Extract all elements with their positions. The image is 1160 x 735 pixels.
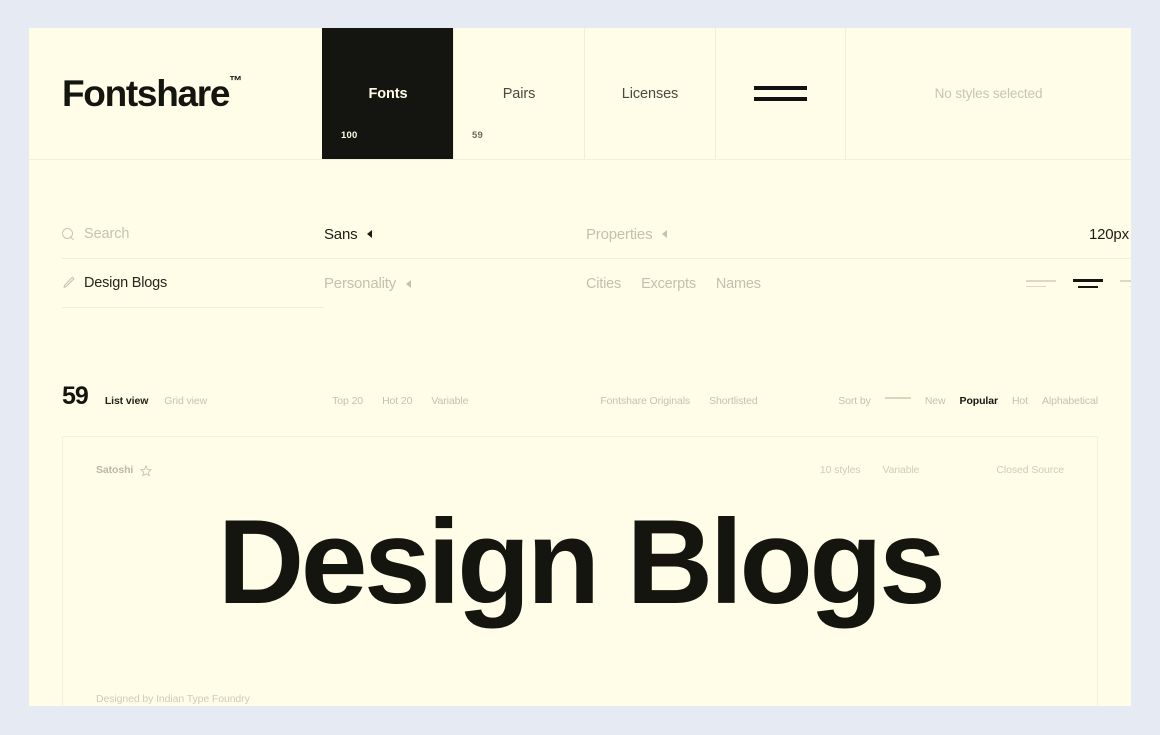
page-root: Fontshare™ Fonts 100 Pairs 59 Licenses N… [0,0,1160,735]
properties-dropdown[interactable]: Properties [586,210,846,259]
preset-excerpts[interactable]: Excerpts [641,276,696,292]
sample-text-input[interactable]: Design Blogs [84,275,167,291]
alignment-group [1026,279,1131,288]
sort-option-hot[interactable]: Hot [1012,395,1028,407]
star-icon[interactable] [140,464,152,477]
trademark-symbol: ™ [229,72,243,88]
search-field[interactable]: Search [62,210,324,259]
selected-styles-panel[interactable]: No styles selected [845,28,1131,159]
app-sheet: Fontshare™ Fonts 100 Pairs 59 Licenses N… [29,28,1131,706]
tag-hot-20[interactable]: Hot 20 [382,395,412,407]
view-mode-group: List view Grid view [105,395,207,407]
size-control: 120px [846,210,1131,259]
search-icon [62,227,75,241]
align-center-icon[interactable] [1073,279,1103,288]
results-bar: 59 List view Grid view Top 20 Hot 20 Var… [29,384,1131,410]
tag-group-secondary: Fontshare Originals Shortlisted [600,395,757,407]
filter-section: Search Sans Properties 120px Design Blog… [29,210,1131,308]
menu-button[interactable] [715,28,845,159]
logo-text: Fontshare™ [62,72,243,114]
sort-divider [884,397,911,399]
tag-variable[interactable]: Variable [431,395,468,407]
filter-row-secondary: Design Blogs Personality Cities Excerpts… [62,259,1131,308]
size-value: 120px [1089,225,1129,243]
tab-pairs[interactable]: Pairs 59 [453,28,584,159]
sample-text-field[interactable]: Design Blogs [62,259,324,308]
sort-option-popular[interactable]: Popular [960,395,998,407]
view-mode-grid[interactable]: Grid view [164,395,207,407]
brand-logo[interactable]: Fontshare™ [29,28,322,159]
caret-left-icon [406,279,412,288]
tag-top-20[interactable]: Top 20 [332,395,363,407]
font-card-meta: 10 styles Variable Closed Source [820,464,1064,476]
font-designer: Designed by Indian Type Foundry [96,693,250,705]
properties-dropdown-value: Properties [586,225,653,243]
sort-group: Sort by New Popular Hot Alphabetical [838,395,1098,407]
sort-option-new[interactable]: New [925,395,946,407]
alignment-and-theme-group: Reset All [846,259,1131,308]
hamburger-icon [754,86,807,101]
tag-shortlisted[interactable]: Shortlisted [709,395,758,407]
caret-left-icon [367,230,373,238]
tab-fonts[interactable]: Fonts 100 [322,28,453,159]
logo-wordmark: Fontshare [62,73,230,114]
filter-row-primary: Search Sans Properties 120px [62,210,1131,259]
tab-fonts-count: 100 [341,130,358,141]
font-variable-flag: Variable [882,464,920,476]
personality-dropdown[interactable]: Personality [324,259,586,308]
tag-fontshare-originals[interactable]: Fontshare Originals [600,395,690,407]
align-right-icon[interactable] [1120,279,1131,288]
font-card-name[interactable]: Satoshi [96,464,133,476]
selected-styles-status: No styles selected [934,86,1043,101]
font-license: Closed Source [996,464,1064,476]
preset-cities[interactable]: Cities [586,276,621,292]
caret-left-icon [662,230,668,238]
font-styles-count: 10 styles [819,464,861,476]
text-preset-group: Cities Excerpts Names [586,259,846,308]
category-dropdown-value: Sans [324,225,358,243]
tab-pairs-label: Pairs [502,85,536,102]
tab-licenses[interactable]: Licenses [584,28,715,159]
preset-names[interactable]: Names [716,276,761,292]
tab-licenses-label: Licenses [621,85,679,102]
search-input[interactable]: Search [84,226,129,242]
font-preview-text[interactable]: Design Blogs [63,502,1097,622]
category-dropdown[interactable]: Sans [324,210,586,259]
view-mode-list[interactable]: List view [105,395,149,407]
font-card[interactable]: Satoshi 10 styles Variable Closed Source… [62,436,1098,706]
personality-dropdown-value: Personality [324,275,397,292]
tab-fonts-label: Fonts [368,85,408,102]
align-left-icon[interactable] [1026,279,1056,288]
sort-by-label: Sort by [838,395,871,407]
tag-group-primary: Top 20 Hot 20 Variable [332,395,468,407]
pencil-icon [62,276,75,290]
sort-option-alphabetical[interactable]: Alphabetical [1042,395,1098,407]
tab-pairs-count: 59 [472,130,483,141]
app-header: Fontshare™ Fonts 100 Pairs 59 Licenses N… [29,28,1131,160]
font-card-header: Satoshi 10 styles Variable Closed Source [63,437,1097,477]
results-count: 59 [62,382,89,410]
